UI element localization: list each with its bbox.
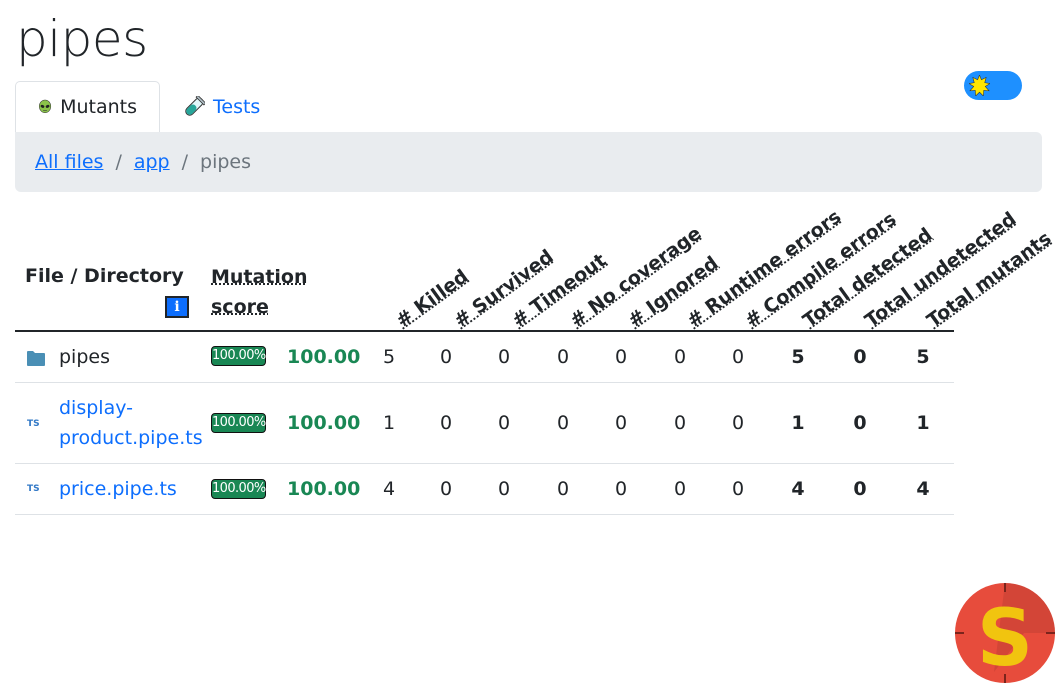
svg-text:S: S [977,594,1033,684]
total-detected-value: 1 [791,412,805,434]
timeout-value: 0 [497,412,511,434]
tab-bar: Mutants Tests [15,81,1042,133]
tab-mutants[interactable]: Mutants [15,81,160,133]
row-name-line2: product.pipe.ts [59,427,203,449]
tab-mutants-label: Mutants [60,96,137,118]
tab-tests[interactable]: Tests [161,81,282,133]
killed-value: 4 [382,478,396,500]
score-badge: 100.00% [211,479,266,499]
breadcrumb: All files / app / pipes [15,132,1042,192]
killed-value: 5 [382,346,396,368]
header-mutation-score-line2: score [211,296,269,318]
survived-value: 0 [439,478,453,500]
header-mutation-score-line1: Mutation [211,266,308,288]
typescript-file-icon: TS [27,419,40,429]
table-row: TS price.pipe.ts 100.00% 100.00 4 0 0 0 … [15,464,954,515]
no-coverage-value: 0 [556,412,570,434]
table-row: pipes 100.00% 100.00 5 0 0 0 0 0 0 5 0 5 [15,332,954,383]
row-name-link[interactable]: display- product.pipe.ts [59,393,203,453]
total-detected-value: 4 [791,478,805,500]
breadcrumb-separator: / [181,151,189,173]
page-title: pipes [16,10,148,68]
tab-tests-label: Tests [213,96,261,118]
ignored-value: 0 [614,346,628,368]
stryker-logo-icon[interactable]: S [954,582,1056,684]
runtime-errors-value: 0 [673,346,687,368]
info-icon[interactable]: i [165,296,189,318]
row-name-link[interactable]: price.pipe.ts [59,474,177,504]
total-detected-value: 5 [791,346,805,368]
mutation-score: 100.00 [287,412,361,434]
runtime-errors-value: 0 [673,478,687,500]
no-coverage-value: 0 [556,478,570,500]
table-row: TS display- product.pipe.ts 100.00% 100.… [15,383,954,464]
no-coverage-value: 0 [556,346,570,368]
breadcrumb-app[interactable]: app [134,151,170,173]
test-tube-icon [185,96,205,116]
survived-value: 0 [439,346,453,368]
killed-value: 1 [382,412,396,434]
typescript-file-icon: TS [27,484,40,494]
breadcrumb-current: pipes [200,151,252,173]
total-mutants-value: 1 [916,412,930,434]
total-undetected-value: 0 [853,478,867,500]
score-badge: 100.00% [211,346,266,366]
total-mutants-value: 4 [916,478,930,500]
runtime-errors-value: 0 [673,412,687,434]
header-file-directory: File / Directory [25,265,184,287]
alien-icon [39,99,52,114]
compile-errors-value: 0 [731,346,745,368]
timeout-value: 0 [497,346,511,368]
ignored-value: 0 [614,478,628,500]
mutation-score: 100.00 [287,346,361,368]
header-mutation-score[interactable]: Mutation score [211,262,308,322]
row-name-line1: display- [59,397,133,419]
compile-errors-value: 0 [731,478,745,500]
total-undetected-value: 0 [853,412,867,434]
breadcrumb-all-files[interactable]: All files [35,151,103,173]
ignored-value: 0 [614,412,628,434]
total-undetected-value: 0 [853,346,867,368]
compile-errors-value: 0 [731,412,745,434]
survived-value: 0 [439,412,453,434]
row-name: pipes [59,346,110,368]
breadcrumb-separator: / [115,151,122,173]
total-mutants-value: 5 [916,346,930,368]
folder-icon [27,351,45,366]
mutation-score: 100.00 [287,478,361,500]
timeout-value: 0 [497,478,511,500]
score-badge: 100.00% [211,413,266,433]
